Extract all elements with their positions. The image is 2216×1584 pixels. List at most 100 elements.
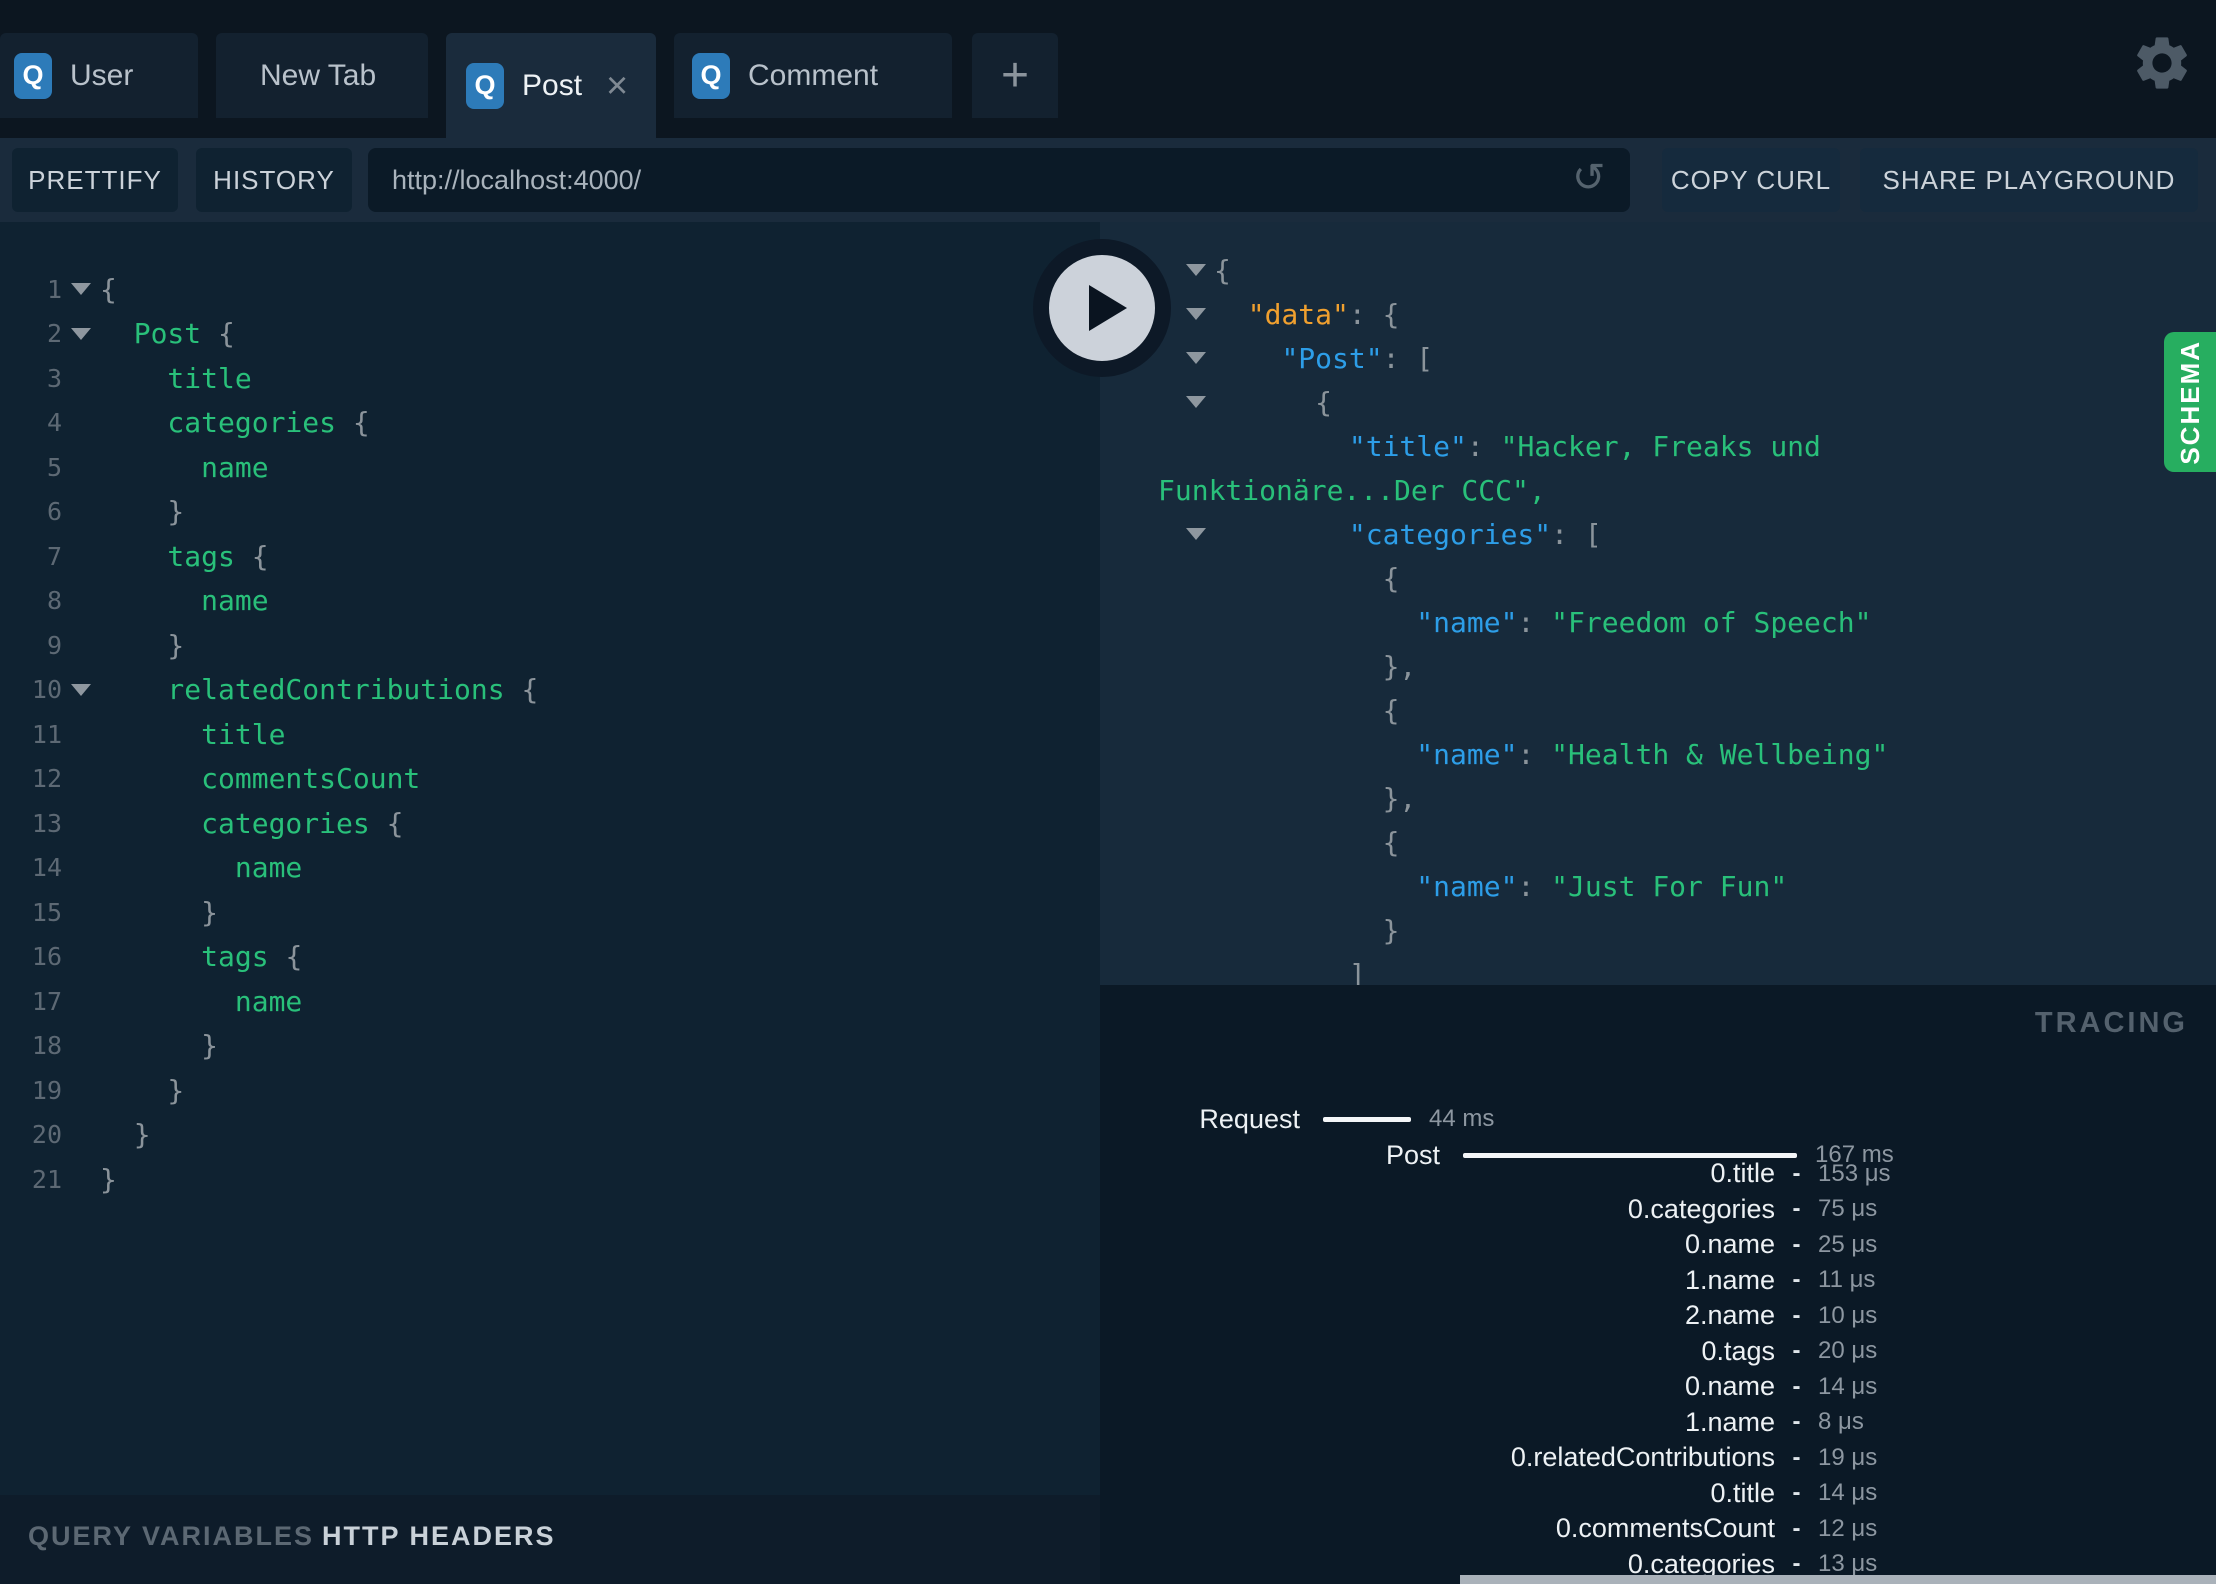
share-playground-button[interactable]: SHARE PLAYGROUND (1860, 148, 2198, 212)
tab-new-tab[interactable]: New Tab (216, 33, 428, 118)
tab-label: New Tab (260, 58, 377, 92)
fold-arrow-icon[interactable] (1186, 264, 1206, 276)
resolver-duration: 19 μs (1818, 1443, 1878, 1471)
trace-resolver-row: 0.title -14 μs (1100, 1476, 2216, 1512)
execute-query-button[interactable] (1033, 239, 1171, 377)
line-number: 15 (31, 897, 62, 927)
resolver-tick: - (1792, 1514, 1801, 1542)
close-tab-icon[interactable]: × (606, 67, 628, 105)
resolver-tick: - (1792, 1159, 1801, 1187)
trace-resolver-row: 0.name -14 μs (1100, 1369, 2216, 1405)
trace-resolver-row: 1.name -11 μs (1100, 1263, 2216, 1299)
query-variables-tab[interactable]: QUERY VARIABLES (28, 1521, 314, 1552)
reload-schema-icon[interactable]: ↺ (1572, 146, 1606, 210)
fold-arrow-icon[interactable] (1186, 308, 1206, 320)
resolver-path: 0.tags (1701, 1335, 1775, 1366)
response-line: "title": "Hacker, Freaks und (1348, 429, 1821, 463)
line-number: 10 (31, 675, 62, 705)
response-line: "categories": [ (1100, 512, 2216, 556)
editor-line: 10 relatedContributions { (0, 668, 1100, 713)
editor-line: 16 tags { (0, 935, 1100, 980)
resolver-duration: 75 μs (1818, 1195, 1878, 1223)
resolver-duration: 10 μs (1818, 1301, 1878, 1329)
line-number: 1 (46, 274, 62, 304)
resolver-path: 0.relatedContributions (1510, 1442, 1775, 1473)
resolver-tick: - (1792, 1408, 1801, 1436)
line-number: 6 (46, 497, 62, 527)
fold-arrow-icon[interactable] (71, 683, 91, 696)
editor-line: 17 name (0, 979, 1100, 1024)
fold-arrow-icon[interactable] (1186, 528, 1206, 540)
endpoint-url-input[interactable] (368, 148, 1630, 212)
trace-resolver-row: 0.commentsCount -12 μs (1100, 1511, 2216, 1547)
response-line: { (1214, 561, 1400, 595)
line-number: 12 (31, 764, 62, 794)
tab-post[interactable]: Q Post × (446, 33, 656, 138)
response-line: }, (1214, 781, 1417, 815)
resolver-duration: 8 μs (1818, 1408, 1864, 1436)
editor-line: 8 name (0, 579, 1100, 624)
response-line: ] (1214, 957, 1366, 986)
resolver-path: 0.name (1684, 1229, 1775, 1260)
editor-line: 6 } (0, 490, 1100, 535)
resolver-duration: 25 μs (1818, 1230, 1878, 1258)
response-line: { (1100, 380, 2216, 424)
http-headers-tab[interactable]: HTTP HEADERS (322, 1521, 556, 1552)
line-number: 21 (31, 1164, 62, 1194)
resolver-path: 1.name (1684, 1264, 1775, 1295)
editor-line: 9 } (0, 623, 1100, 668)
trace-resolver-row: 0.title -153 μs (1100, 1156, 2216, 1192)
trace-resolver-row: 0.tags -20 μs (1100, 1334, 2216, 1370)
settings-gear-icon[interactable] (2130, 31, 2194, 95)
prettify-button[interactable]: PRETTIFY (12, 148, 178, 212)
response-line: Funktionäre...Der CCC", (1158, 473, 1546, 507)
line-number: 13 (31, 808, 62, 838)
fold-arrow-icon[interactable] (1186, 352, 1206, 364)
line-number: 14 (31, 853, 62, 883)
response-line: } (1214, 913, 1400, 947)
resolver-path: 0.title (1710, 1477, 1775, 1508)
editor-line: 11 title (0, 712, 1100, 757)
fold-arrow-icon[interactable] (71, 327, 91, 340)
resolver-path: 0.commentsCount (1555, 1513, 1775, 1544)
editor-line: 19 } (0, 1068, 1100, 1113)
trace-span-label: Request (1199, 1104, 1300, 1134)
schema-side-tab[interactable]: SCHEMA (2164, 332, 2216, 472)
trace-span-duration: 44 ms (1429, 1105, 1495, 1132)
trace-resolver-row: 1.name -8 μs (1100, 1405, 2216, 1441)
resolver-tick: - (1792, 1266, 1801, 1294)
line-number: 20 (31, 1120, 62, 1150)
resolver-tick: - (1792, 1337, 1801, 1365)
editor-line: 4 categories { (0, 401, 1100, 446)
editor-line: 15 } (0, 890, 1100, 935)
trace-resolver-row: 0.categories -75 μs (1100, 1192, 2216, 1228)
resolver-tick: - (1792, 1479, 1801, 1507)
line-number: 18 (31, 1031, 62, 1061)
history-button[interactable]: HISTORY (196, 148, 352, 212)
resolver-tick: - (1792, 1230, 1801, 1258)
fold-arrow-icon[interactable] (71, 283, 91, 296)
editor-line: 20 } (0, 1113, 1100, 1158)
response-line: "name": "Freedom of Speech" (1416, 605, 1872, 639)
line-number: 4 (46, 408, 62, 438)
horizontal-scrollbar[interactable] (1460, 1575, 2216, 1584)
query-badge: Q (466, 62, 504, 109)
tracing-panel: TRACING Request 44 ms Post 167 ms 0.title -1… (1100, 985, 2216, 1584)
copy-curl-button[interactable]: COPY CURL (1662, 148, 1840, 212)
editor-line: 13 categories { (0, 801, 1100, 846)
resolver-tick: - (1792, 1372, 1801, 1400)
editor-line: 1{ (0, 267, 1100, 312)
resolver-path: 0.name (1684, 1371, 1775, 1402)
new-tab-button[interactable]: + (972, 33, 1058, 118)
trace-span-bar (1323, 1117, 1411, 1122)
resolver-duration: 12 μs (1818, 1514, 1878, 1542)
response-line: "name": "Just For Fun" (1416, 869, 1788, 903)
fold-arrow-icon[interactable] (1186, 396, 1206, 408)
response-line: "Post": [ (1100, 336, 2216, 380)
tab-comment[interactable]: Q Comment (674, 33, 952, 118)
editor-line: 5 name (0, 445, 1100, 490)
line-number: 17 (31, 986, 62, 1016)
tab-user[interactable]: Q User (0, 33, 198, 118)
query-editor[interactable]: 1{2 Post {3 title 4 categories {5 name 6 }… (0, 222, 1100, 1495)
trace-resolver-row: 0.name -25 μs (1100, 1227, 2216, 1263)
